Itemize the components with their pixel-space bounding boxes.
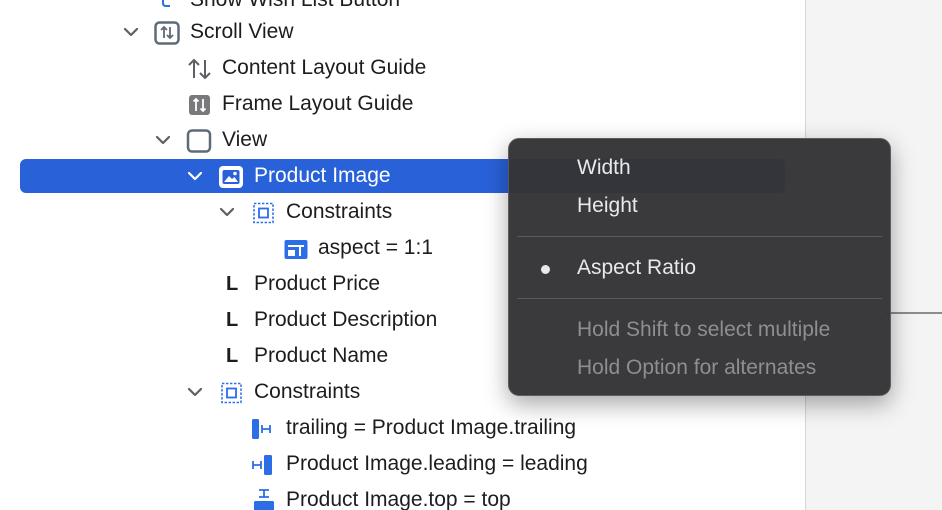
checkmark-dot-icon: [541, 265, 550, 274]
menu-item-height[interactable]: Height: [577, 194, 638, 218]
label-icon: L: [226, 273, 239, 295]
outline-row-label: aspect = 1:1: [318, 236, 433, 259]
leading-constraint-icon: [251, 453, 275, 475]
outline-row-label: Content Layout Guide: [222, 56, 427, 79]
image-view-icon: [218, 165, 243, 188]
chevron-down-icon[interactable]: [218, 203, 236, 221]
outline-row-label: Product Image.leading = leading: [286, 452, 588, 475]
outline-row-label: trailing = Product Image.trailing: [286, 416, 577, 439]
outline-row-label: Product Description: [254, 308, 438, 331]
constraints-icon: [219, 381, 243, 404]
add-constraint-menu: Width Height Aspect Ratio Hold Shift to …: [508, 138, 891, 396]
content-layout-guide-icon: [187, 57, 211, 80]
canvas-constraint-line: [886, 312, 942, 314]
outline-row-scroll-view[interactable]: Scroll View: [0, 14, 805, 50]
menu-separator: [517, 298, 882, 299]
outline-row-label: Product Image: [254, 164, 391, 187]
outline-row-label: Product Name: [254, 344, 389, 367]
outline-row-content-layout-guide[interactable]: Content Layout Guide: [0, 50, 805, 86]
constraints-icon: [251, 201, 275, 224]
outline-row-leading-constraint[interactable]: Product Image.leading = leading: [0, 446, 805, 482]
label-icon: L: [226, 309, 239, 331]
outline-row-frame-layout-guide[interactable]: Frame Layout Guide: [0, 86, 805, 122]
outline-row-label: Product Image.top = top: [286, 488, 511, 510]
outline-row-label: Product Price: [254, 272, 381, 295]
outline-row-label: Constraints: [254, 380, 361, 403]
label-icon: L: [226, 345, 239, 367]
button-icon: [155, 0, 179, 11]
top-constraint-icon: [251, 489, 275, 510]
outline-row-label: Constraints: [286, 200, 393, 223]
chevron-down-icon[interactable]: [186, 383, 204, 401]
outline-row-label: Show Wish List Button: [190, 0, 400, 12]
frame-layout-guide-icon: [187, 93, 211, 115]
menu-item-width[interactable]: Width: [577, 156, 631, 180]
view-icon: [186, 129, 212, 153]
menu-hint-shift: Hold Shift to select multiple: [577, 318, 831, 341]
outline-row-top-constraint[interactable]: Product Image.top = top: [0, 482, 805, 510]
menu-item-aspect-ratio[interactable]: Aspect Ratio: [577, 256, 696, 280]
chevron-down-icon[interactable]: [154, 131, 172, 149]
outline-row-label: Scroll View: [190, 20, 294, 43]
menu-separator: [517, 236, 882, 237]
outline-row-label: View: [222, 128, 268, 151]
trailing-constraint-icon: [251, 417, 275, 439]
chevron-down-icon[interactable]: [186, 167, 204, 185]
outline-row-trailing-constraint[interactable]: trailing = Product Image.trailing: [0, 410, 805, 446]
aspect-constraint-icon: [283, 237, 308, 259]
scroll-view-icon: [154, 21, 180, 45]
outline-row-label: Frame Layout Guide: [222, 92, 414, 115]
chevron-down-icon[interactable]: [122, 23, 140, 41]
menu-hint-option: Hold Option for alternates: [577, 356, 817, 379]
